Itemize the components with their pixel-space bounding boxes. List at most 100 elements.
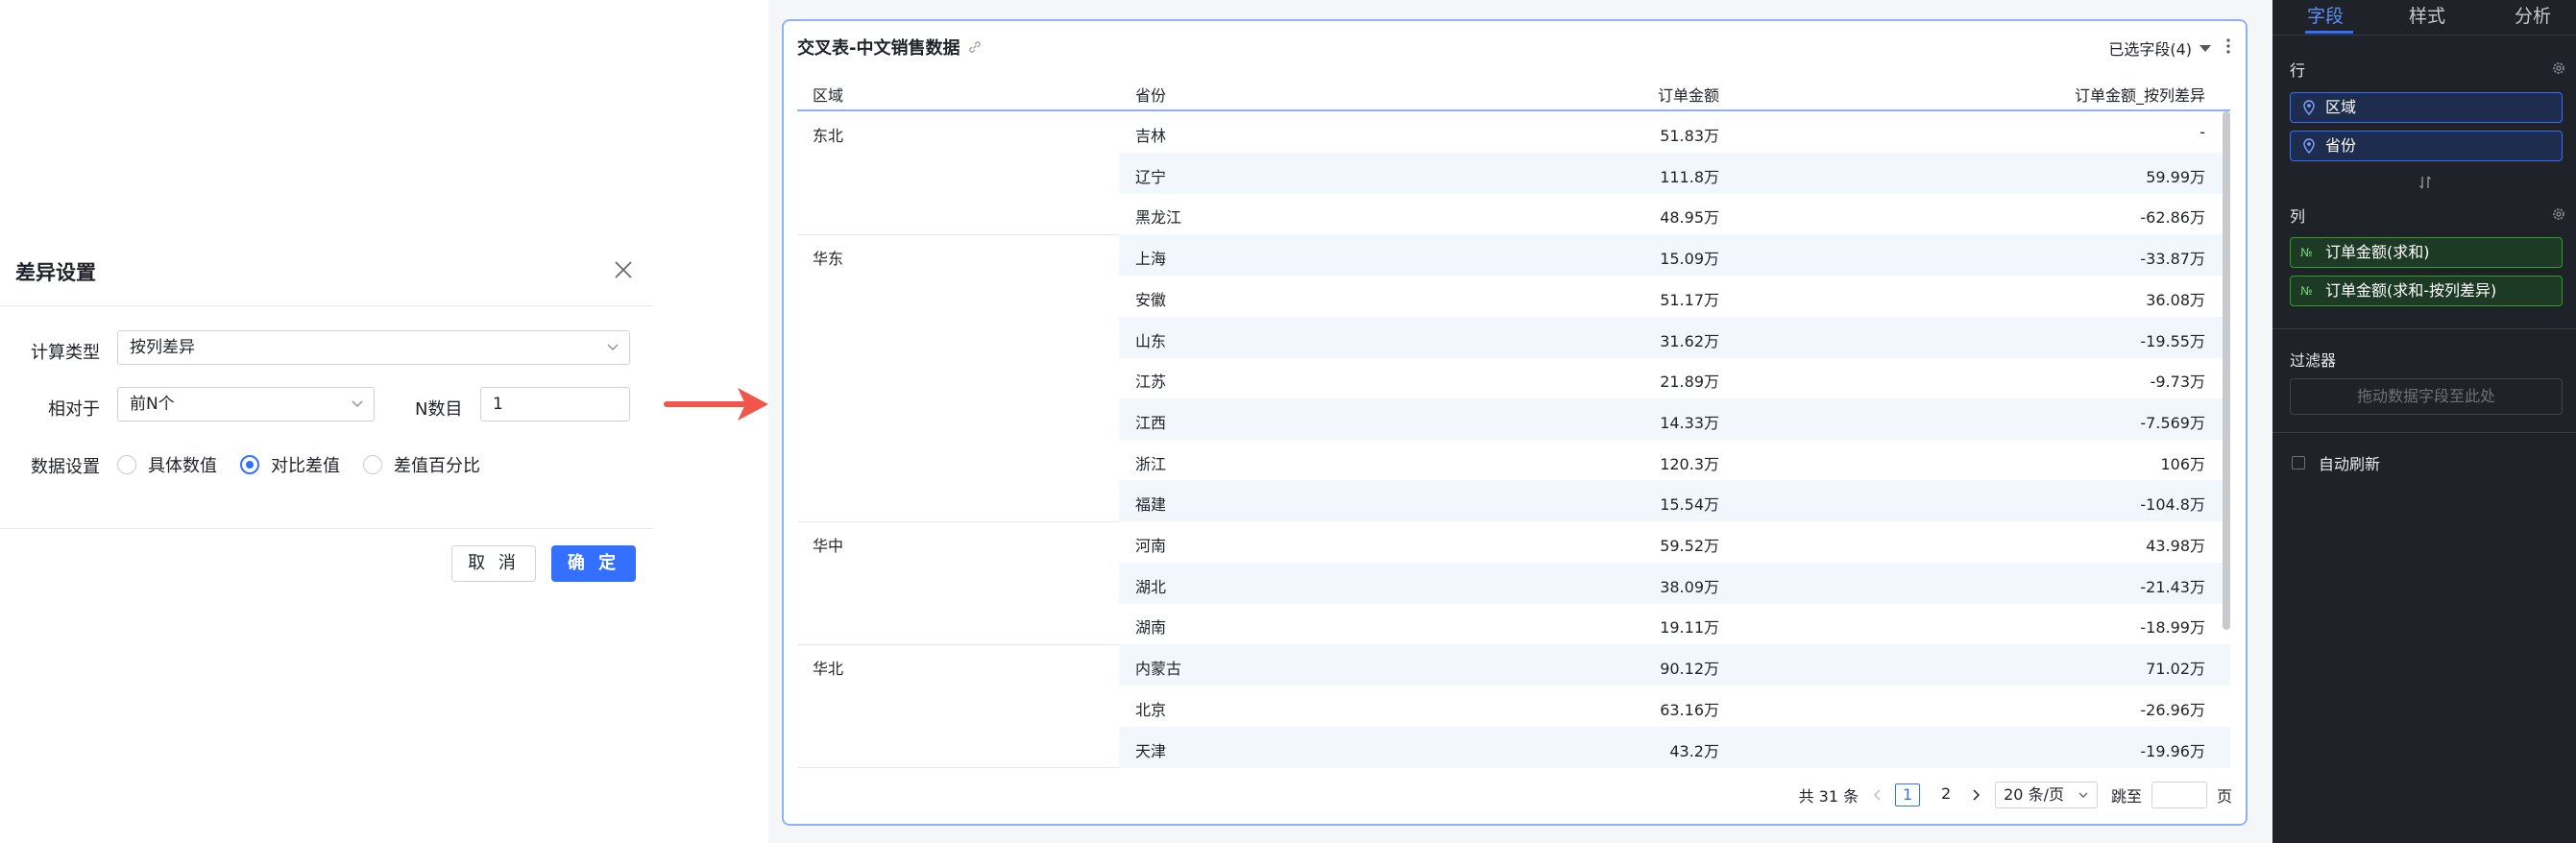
page-1-button[interactable]: 1 bbox=[1895, 783, 1921, 807]
table-row[interactable]: 湖北 38.09万 -21.43万 bbox=[797, 562, 2230, 604]
data-setting-label: 数据设置 bbox=[31, 457, 100, 477]
dialog-title: 差异设置 bbox=[15, 261, 96, 284]
confirm-button[interactable]: 确 定 bbox=[551, 545, 636, 582]
gear-icon[interactable] bbox=[2551, 60, 2566, 76]
row-field-province[interactable]: 省份 bbox=[2290, 131, 2563, 161]
caret-down-icon bbox=[2199, 44, 2211, 52]
section-divider bbox=[2272, 328, 2576, 329]
header-amount[interactable]: 订单金额 bbox=[1527, 83, 1719, 106]
table-row[interactable]: 黑龙江 48.95万 -62.86万 bbox=[797, 193, 2230, 234]
radio-circle-checked bbox=[240, 455, 259, 474]
relative-select[interactable]: 前N个 bbox=[117, 387, 375, 422]
header-amount-diff[interactable]: 订单金额_按列差异 bbox=[1950, 83, 2205, 106]
amount-cell: 43.2万 bbox=[1669, 741, 1719, 760]
radio-diff-value[interactable]: 对比差值 bbox=[240, 452, 340, 477]
amount-diff-cell: 106万 bbox=[2160, 454, 2205, 473]
section-divider bbox=[2272, 432, 2576, 433]
table-row[interactable]: 江苏 21.89万 -9.73万 bbox=[797, 357, 2230, 398]
radio-specific-value[interactable]: 具体数值 bbox=[117, 452, 217, 477]
right-arrow-icon bbox=[664, 388, 768, 421]
amount-diff-cell: -7.569万 bbox=[2140, 413, 2205, 432]
calc-type-select[interactable]: 按列差异 bbox=[117, 330, 630, 365]
province-cell: 内蒙古 bbox=[1135, 660, 1182, 679]
table-row[interactable]: 安徽 51.17万 36.08万 bbox=[797, 276, 2230, 317]
table-row[interactable]: 江西 14.33万 -7.569万 bbox=[797, 397, 2230, 440]
radio-diff-percent[interactable]: 差值百分比 bbox=[363, 452, 480, 477]
difference-settings-dialog: 差异设置 计算类型 按列差异 相对于 前N个 N数目 1 数据设置 具体数值 对… bbox=[0, 240, 653, 605]
radio-circle bbox=[363, 455, 382, 474]
n-count-input[interactable]: 1 bbox=[480, 387, 630, 422]
table-row[interactable]: 北京 63.16万 -26.96万 bbox=[797, 686, 2230, 727]
province-cell: 江苏 bbox=[1135, 373, 1167, 392]
province-cell: 湖北 bbox=[1135, 577, 1167, 596]
amount-diff-cell: -19.96万 bbox=[2140, 741, 2205, 760]
filter-dropzone[interactable]: 拖动数据字段至此处 bbox=[2290, 378, 2563, 415]
amount-cell: 51.17万 bbox=[1660, 290, 1719, 309]
tab-style[interactable]: 样式 bbox=[2409, 2, 2445, 28]
location-pin-icon bbox=[2303, 138, 2315, 154]
amount-diff-cell: -19.55万 bbox=[2140, 331, 2205, 350]
province-cell: 河南 bbox=[1135, 537, 1167, 555]
table-row[interactable]: 浙江 120.3万 106万 bbox=[797, 440, 2230, 481]
table-row[interactable]: 辽宁 111.8万 59.99万 bbox=[797, 152, 2230, 194]
column-field-amount-sum[interactable]: № 订单金额(求和) bbox=[2290, 237, 2563, 268]
amount-cell: 51.83万 bbox=[1660, 127, 1719, 145]
sidebar-tabs: 字段 样式 分析 bbox=[2272, 0, 2576, 35]
row-field-region[interactable]: 区域 bbox=[2290, 92, 2563, 123]
tab-analysis[interactable]: 分析 bbox=[2515, 2, 2551, 28]
table-row[interactable]: 湖南 19.11万 -18.99万 bbox=[797, 603, 2230, 644]
table-row[interactable]: 河南 59.52万 43.98万 bbox=[797, 521, 2230, 563]
province-cell: 山东 bbox=[1135, 331, 1167, 350]
amount-diff-cell: -62.86万 bbox=[2140, 208, 2205, 228]
amount-diff-cell: -18.99万 bbox=[2140, 618, 2205, 638]
table-row[interactable]: 天津 43.2万 -19.96万 bbox=[797, 726, 2230, 768]
page-size-value: 20 条/页 bbox=[2004, 785, 2064, 804]
radio-label: 差值百分比 bbox=[394, 456, 480, 476]
page-size-select[interactable]: 20 条/页 bbox=[1995, 782, 2098, 808]
link-icon[interactable] bbox=[967, 39, 983, 55]
column-field-label: 订单金额(求和) bbox=[2325, 243, 2430, 261]
header-region[interactable]: 区域 bbox=[813, 83, 843, 106]
selected-fields-dropdown[interactable]: 已选字段(4) bbox=[2108, 36, 2211, 60]
page-2-button[interactable]: 2 bbox=[1933, 783, 1958, 807]
amount-cell: 19.11万 bbox=[1660, 618, 1719, 638]
dialog-divider bbox=[0, 305, 653, 306]
amount-cell: 59.52万 bbox=[1660, 537, 1719, 555]
radio-label: 具体数值 bbox=[148, 456, 217, 476]
region-cell: 华中 bbox=[813, 537, 844, 555]
province-cell: 辽宁 bbox=[1135, 167, 1167, 186]
jump-page-input[interactable] bbox=[2151, 782, 2207, 808]
chevron-right-icon[interactable] bbox=[1972, 788, 1981, 802]
close-icon[interactable] bbox=[613, 259, 634, 280]
tab-fields[interactable]: 字段 bbox=[2307, 2, 2344, 28]
radio-label: 对比差值 bbox=[271, 456, 340, 476]
swap-icon[interactable] bbox=[2418, 175, 2432, 190]
table-row[interactable]: 吉林 51.83万 - bbox=[797, 111, 2230, 153]
amount-diff-cell: -9.73万 bbox=[2150, 373, 2205, 392]
auto-refresh-toggle[interactable]: 自动刷新 bbox=[2292, 451, 2380, 474]
amount-cell: 120.3万 bbox=[1660, 454, 1719, 473]
table-row[interactable]: 上海 15.09万 -33.87万 bbox=[797, 234, 2230, 277]
amount-diff-cell: - bbox=[2199, 123, 2205, 141]
vertical-scrollbar[interactable] bbox=[2223, 111, 2230, 630]
table-header: 区域 省份 订单金额 订单金额_按列差异 bbox=[797, 73, 2230, 111]
tabs-divider bbox=[2272, 35, 2576, 36]
total-count: 共 31 条 bbox=[1798, 787, 1859, 806]
gear-icon[interactable] bbox=[2551, 206, 2566, 222]
table-row[interactable]: 福建 15.54万 -104.8万 bbox=[797, 480, 2230, 522]
dialog-footer-divider bbox=[0, 528, 653, 529]
cancel-button[interactable]: 取 消 bbox=[451, 545, 536, 582]
amount-cell: 14.33万 bbox=[1660, 413, 1719, 432]
auto-refresh-checkbox[interactable] bbox=[2292, 456, 2305, 470]
table-row[interactable]: 山东 31.62万 -19.55万 bbox=[797, 316, 2230, 358]
header-province[interactable]: 省份 bbox=[1135, 83, 1166, 106]
amount-cell: 63.16万 bbox=[1660, 700, 1719, 719]
amount-diff-cell: 43.98万 bbox=[2146, 537, 2205, 555]
column-field-amount-diff[interactable]: № 订单金额(求和-按列差异) bbox=[2290, 276, 2563, 306]
measure-number-icon: № bbox=[2300, 246, 2313, 259]
chevron-left-icon[interactable] bbox=[1872, 788, 1882, 802]
table-row[interactable]: 内蒙古 90.12万 71.02万 bbox=[797, 644, 2230, 686]
active-tab-indicator bbox=[2305, 31, 2353, 34]
more-vertical-icon[interactable] bbox=[2224, 36, 2232, 56]
amount-diff-cell: -104.8万 bbox=[2140, 495, 2205, 515]
